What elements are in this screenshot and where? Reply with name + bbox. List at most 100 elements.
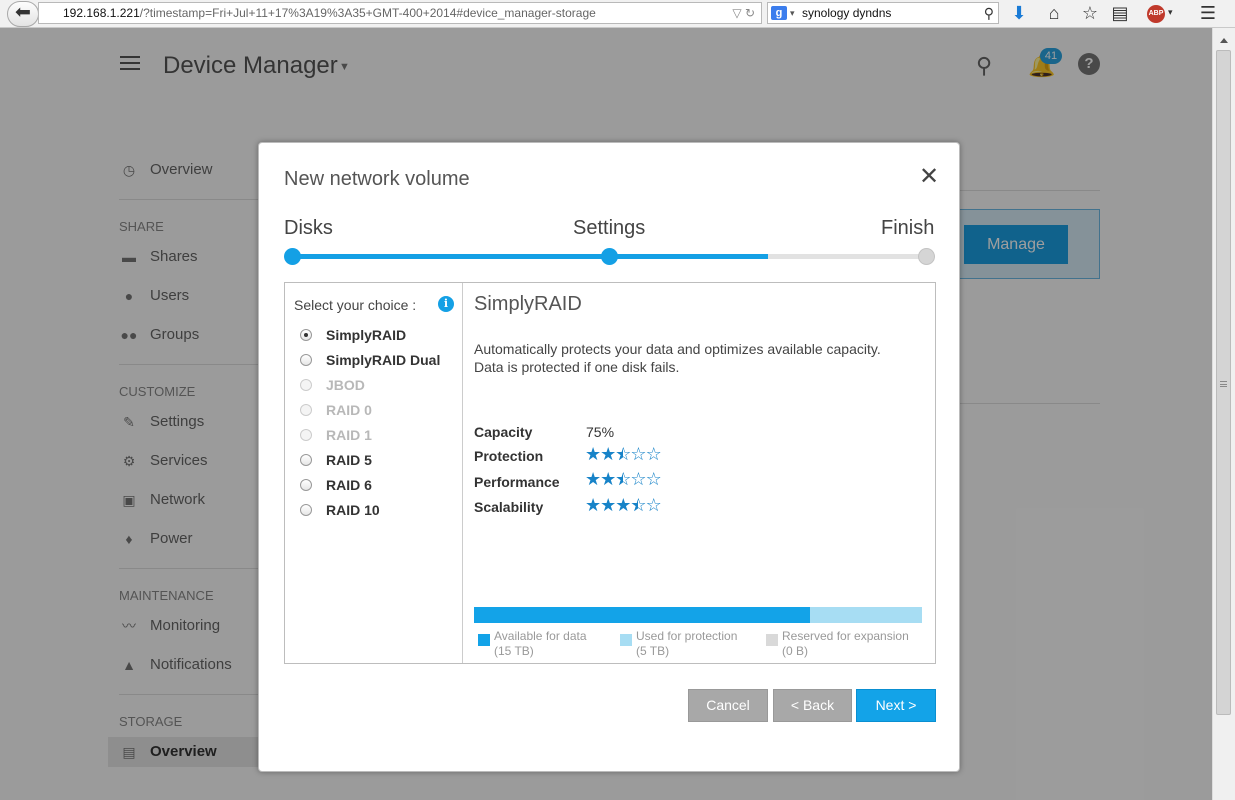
search-icon[interactable]: ⚲ (984, 3, 994, 23)
scrollbar-thumb[interactable] (1216, 50, 1231, 715)
step-label-settings: Settings (573, 217, 646, 239)
legend-protection: Used for protection (5 TB) (616, 629, 737, 659)
detail-title: SimplyRAID (474, 293, 582, 315)
radio-button (300, 379, 312, 391)
search-engine-dropdown-icon[interactable]: ▾ (790, 3, 795, 23)
url-host: 192.168.1.221 (63, 6, 140, 20)
bookmarks-list-icon[interactable]: ▤ (1109, 3, 1131, 23)
search-value: synology dyndns (802, 6, 892, 20)
step-label-disks: Disks (284, 217, 333, 239)
browser-back-button[interactable]: ⬅ (7, 1, 39, 27)
raid-option[interactable]: SimplyRAID (300, 325, 460, 345)
bookmark-star-icon[interactable]: ☆ (1079, 3, 1101, 23)
description-line-2: Data is protected if one disk fails. (474, 359, 680, 375)
radio-button (300, 429, 312, 441)
legend-reserved: Reserved for expansion (0 B) (762, 629, 909, 659)
raid-option[interactable]: RAID 10 (300, 500, 460, 520)
star-empty-icon: ☆ (630, 469, 646, 489)
legend-available-label: Available for data (494, 629, 587, 643)
capacity-bar (474, 607, 922, 623)
radio-button[interactable] (300, 479, 312, 491)
legend-swatch-protection (620, 634, 632, 646)
raid-option[interactable]: SimplyRAID Dual (300, 350, 460, 370)
adblock-icon[interactable]: ABP (1147, 5, 1165, 23)
radio-button[interactable] (300, 354, 312, 366)
legend-swatch-reserved (766, 634, 778, 646)
raid-option-label: SimplyRAID (326, 327, 407, 343)
raid-option[interactable]: RAID 5 (300, 450, 460, 470)
raid-option-label: RAID 1 (326, 427, 372, 443)
star-half-icon: ☆★ (615, 444, 631, 464)
detail-description: Automatically protects your data and opt… (474, 340, 914, 376)
new-volume-dialog: New network volume ✕ Disks Settings Fini… (258, 142, 960, 772)
radio-button (300, 404, 312, 416)
raid-option: RAID 0 (300, 400, 460, 420)
home-icon[interactable]: ⌂ (1043, 3, 1065, 23)
google-icon[interactable]: g (771, 6, 787, 20)
star-half-icon: ☆★ (615, 469, 631, 489)
raid-option-label: RAID 10 (326, 502, 380, 518)
wizard-progress-fill (292, 254, 768, 259)
raid-option-label: SimplyRAID Dual (326, 352, 441, 368)
star-empty-icon: ☆ (645, 495, 662, 515)
star-half-fill-icon: ★ (630, 496, 638, 514)
star-empty-icon: ☆ (630, 444, 646, 464)
menu-icon[interactable]: ☰ (1197, 3, 1219, 23)
raid-selection-panel: Select your choice : i SimplyRAID SimplyR… (284, 282, 936, 664)
radio-button[interactable] (300, 454, 312, 466)
back-button[interactable]: < Back (773, 689, 852, 722)
raid-option-label: RAID 0 (326, 402, 372, 418)
cancel-button[interactable]: Cancel (688, 689, 768, 722)
legend-available-size: (15 TB) (494, 644, 534, 658)
star-full-icon: ★ (615, 495, 631, 515)
raid-detail: SimplyRAID Automatically protects your d… (474, 283, 934, 663)
star-full-icon: ★ (585, 469, 601, 489)
scroll-grip-icon (1220, 381, 1227, 387)
url-dropdown-icon[interactable]: ▽ ↻ (732, 3, 755, 23)
raid-option-label: JBOD (326, 377, 365, 393)
legend-available: Available for data (15 TB) (474, 629, 587, 659)
step-dot-finish (918, 248, 935, 265)
back-arrow-icon: ⬅ (15, 2, 31, 23)
info-icon[interactable]: i (438, 296, 454, 312)
browser-toolbar: ⬅ 192.168.1.221/?timestamp=Fri+Jul+11+17… (0, 0, 1235, 28)
radio-button[interactable] (300, 329, 312, 341)
raid-option: RAID 1 (300, 425, 460, 445)
adblock-dropdown-icon[interactable]: ▾ (1168, 7, 1173, 18)
raid-option[interactable]: RAID 6 (300, 475, 460, 495)
dialog-title: New network volume (284, 168, 470, 190)
capacity-bar-available (474, 607, 810, 623)
star-empty-icon: ☆ (645, 444, 662, 464)
protection-stars: ★★☆★☆☆ (585, 444, 662, 464)
legend-reserved-size: (0 B) (782, 644, 809, 658)
legend-reserved-label: Reserved for expansion (782, 629, 909, 643)
search-bar[interactable]: g ▾ synology dyndns ⚲ (767, 2, 999, 24)
star-full-icon: ★ (600, 444, 616, 464)
star-empty-icon: ☆ (645, 469, 662, 489)
raid-choice-list: Select your choice : i SimplyRAID SimplyR… (285, 283, 463, 663)
page-scrollbar[interactable] (1212, 28, 1235, 800)
address-bar[interactable]: 192.168.1.221/?timestamp=Fri+Jul+11+17%3… (38, 2, 762, 24)
capacity-label: Capacity (474, 424, 533, 440)
legend-protection-size: (5 TB) (636, 644, 670, 658)
star-full-icon: ★ (600, 469, 616, 489)
url-path: /?timestamp=Fri+Jul+11+17%3A19%3A35+GMT-… (139, 6, 596, 20)
step-dot-disks (284, 248, 301, 265)
next-button[interactable]: Next > (856, 689, 936, 722)
choice-title: Select your choice : (294, 297, 417, 313)
raid-option: JBOD (300, 375, 460, 395)
raid-option-label: RAID 6 (326, 477, 372, 493)
scroll-up-arrow-icon[interactable] (1220, 38, 1228, 43)
scalability-label: Scalability (474, 499, 544, 515)
download-icon[interactable]: ⬇ (1008, 3, 1030, 23)
protection-label: Protection (474, 448, 544, 464)
performance-stars: ★★☆★☆☆ (585, 469, 662, 489)
legend-protection-label: Used for protection (636, 629, 738, 643)
capacity-value: 75% (586, 424, 615, 440)
star-half-fill-icon: ★ (615, 470, 623, 488)
close-icon[interactable]: ✕ (918, 165, 940, 189)
legend-swatch-available (478, 634, 490, 646)
radio-button[interactable] (300, 504, 312, 516)
performance-label: Performance (474, 474, 560, 490)
scalability-stars: ★★★☆★☆ (585, 495, 662, 515)
